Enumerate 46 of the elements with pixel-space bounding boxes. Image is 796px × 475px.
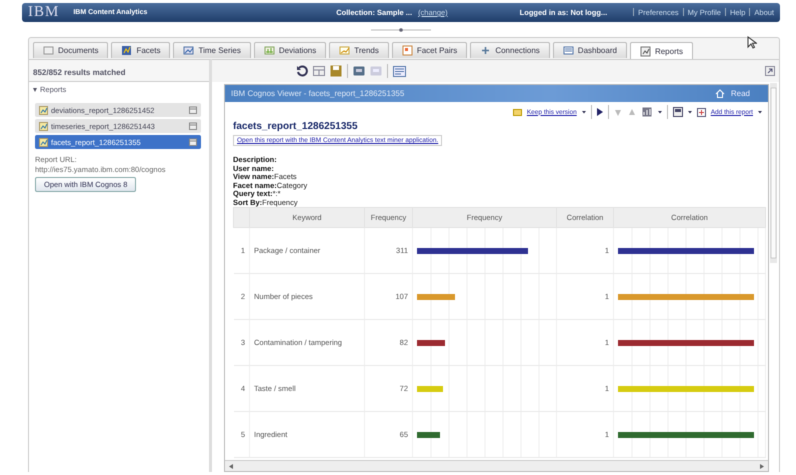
home-link[interactable]: Read xyxy=(730,89,750,98)
dropdown-icon[interactable] xyxy=(758,110,762,114)
tab-icon xyxy=(480,45,492,56)
tab[interactable]: Trends xyxy=(329,42,389,58)
tab-icon xyxy=(43,45,54,56)
dropdown-icon[interactable] xyxy=(688,110,692,114)
folder-icon[interactable] xyxy=(512,108,522,116)
report-icon xyxy=(39,138,48,146)
logo: IBM xyxy=(28,4,60,21)
add-report-icon[interactable] xyxy=(696,108,706,116)
tab-icon xyxy=(562,45,574,56)
layout-icon[interactable] xyxy=(313,66,325,76)
tab-icon xyxy=(339,45,350,56)
scroll-left-icon[interactable] xyxy=(229,464,233,468)
tab-icon xyxy=(264,45,275,56)
tab-icon xyxy=(402,45,413,56)
horizontal-scrollbar[interactable] xyxy=(225,460,768,471)
home-icon[interactable] xyxy=(714,89,725,98)
splitter-handle[interactable] xyxy=(371,28,431,32)
refresh-icon[interactable] xyxy=(296,65,308,77)
maximize-icon[interactable] xyxy=(765,66,775,76)
dropdown-icon[interactable] xyxy=(658,110,662,114)
run-icon[interactable] xyxy=(596,108,603,116)
tab[interactable]: Facet Pairs xyxy=(392,42,468,58)
results-count: 852/852 results matched xyxy=(29,60,209,82)
tab-icon xyxy=(640,46,651,57)
tab-icon xyxy=(183,45,194,56)
tab[interactable]: Reports xyxy=(630,42,693,60)
report-title: facets_report_1286251355 xyxy=(233,121,359,132)
vertical-scrollbar[interactable] xyxy=(770,83,777,263)
chart-options-icon[interactable] xyxy=(642,107,653,117)
tab[interactable]: Deviations xyxy=(254,42,326,58)
report-view-icon[interactable] xyxy=(393,66,406,76)
report-icon xyxy=(39,106,48,114)
report-icon xyxy=(39,122,48,130)
tab[interactable]: Connections xyxy=(470,42,550,58)
tab[interactable]: Dashboard xyxy=(552,42,627,58)
tab-icon xyxy=(121,45,132,56)
viewer-title: IBM Cognos Viewer - facets_report_1286251355 xyxy=(231,89,404,98)
tab[interactable]: Facets xyxy=(111,42,170,58)
tab[interactable]: Time Series xyxy=(173,42,251,58)
save-icon[interactable] xyxy=(330,65,342,77)
dropdown-icon[interactable] xyxy=(582,110,586,114)
tab[interactable]: Documents xyxy=(33,42,108,58)
expand-icon[interactable] xyxy=(33,88,37,92)
scroll-right-icon[interactable] xyxy=(760,464,764,468)
